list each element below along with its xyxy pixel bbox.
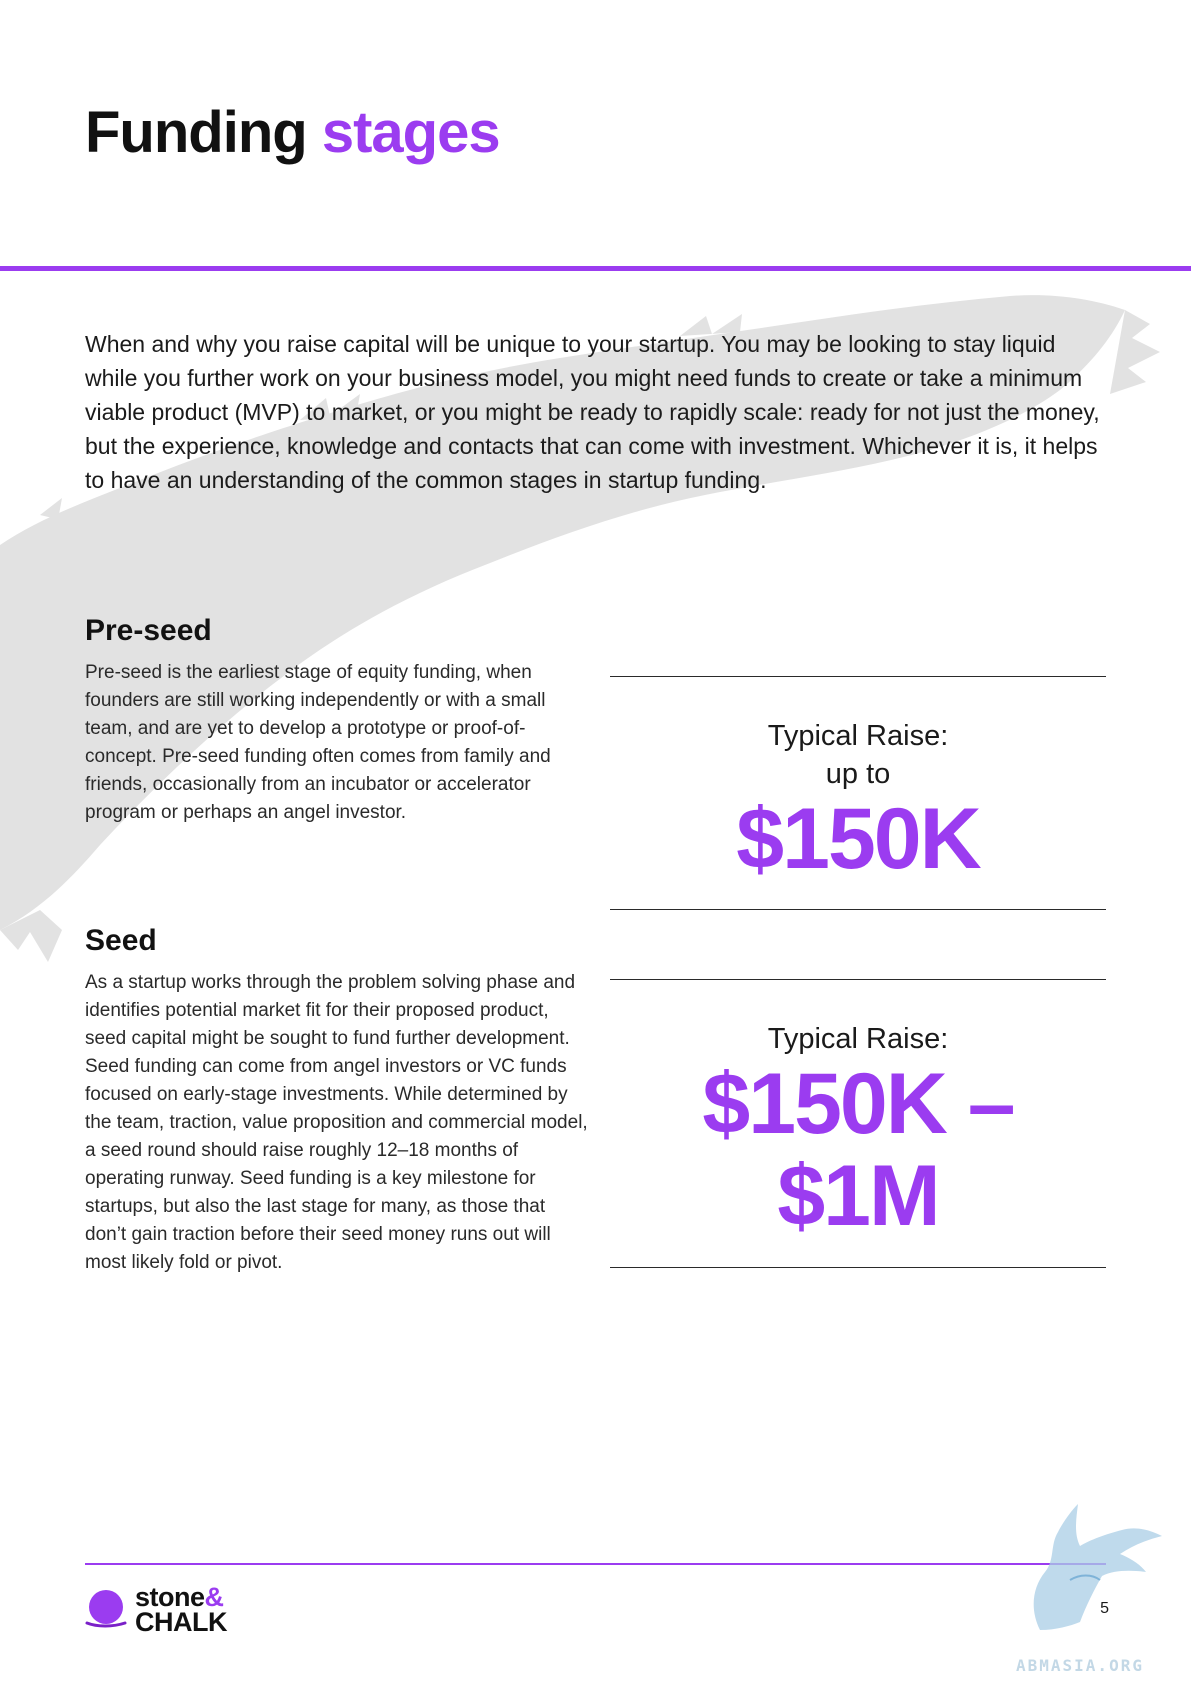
stone-chalk-logo-icon: [85, 1590, 127, 1628]
page-number: 5: [1100, 1600, 1109, 1617]
raise-amount-seed-line2: $1M: [777, 1148, 940, 1244]
header-divider: [0, 266, 1191, 271]
raise-prefix-pre-seed: up to: [825, 758, 891, 790]
watermark-text: ABMASIA.ORG: [1016, 1656, 1144, 1675]
page-title-main: Funding: [85, 100, 308, 165]
raise-label-seed: Typical Raise:: [767, 1023, 949, 1055]
section-body-pre-seed: Pre-seed is the earliest stage of equity…: [85, 662, 551, 823]
section-body-seed: As a startup works through the problem s…: [85, 972, 588, 1273]
raise-amount-seed-line1: $150K –: [702, 1056, 1015, 1152]
page-title-accent: stages: [321, 100, 501, 165]
logo-word-chalk: CHALK: [135, 1607, 228, 1637]
page-content: Funding stages When and why you raise ca…: [0, 0, 1191, 1684]
page-title: Funding stages: [85, 97, 501, 169]
section-title-seed: Seed: [85, 924, 157, 957]
raise-card-pre-seed: Typical Raise: up to $150K: [610, 676, 1106, 910]
intro-paragraph: When and why you raise capital will be u…: [85, 331, 1100, 493]
logo-wordmark: stone& CHALK: [135, 1584, 228, 1637]
raise-card-seed: Typical Raise: $150K – $1M: [610, 979, 1106, 1268]
raise-label-pre-seed: Typical Raise:: [767, 720, 949, 752]
dragon-watermark-icon: [1033, 1504, 1162, 1630]
raise-amount-pre-seed: $150K: [736, 791, 981, 887]
stone-chalk-logo: stone& CHALK: [85, 1584, 245, 1640]
section-title-pre-seed: Pre-seed: [85, 614, 212, 647]
footer-divider: [85, 1563, 1106, 1565]
